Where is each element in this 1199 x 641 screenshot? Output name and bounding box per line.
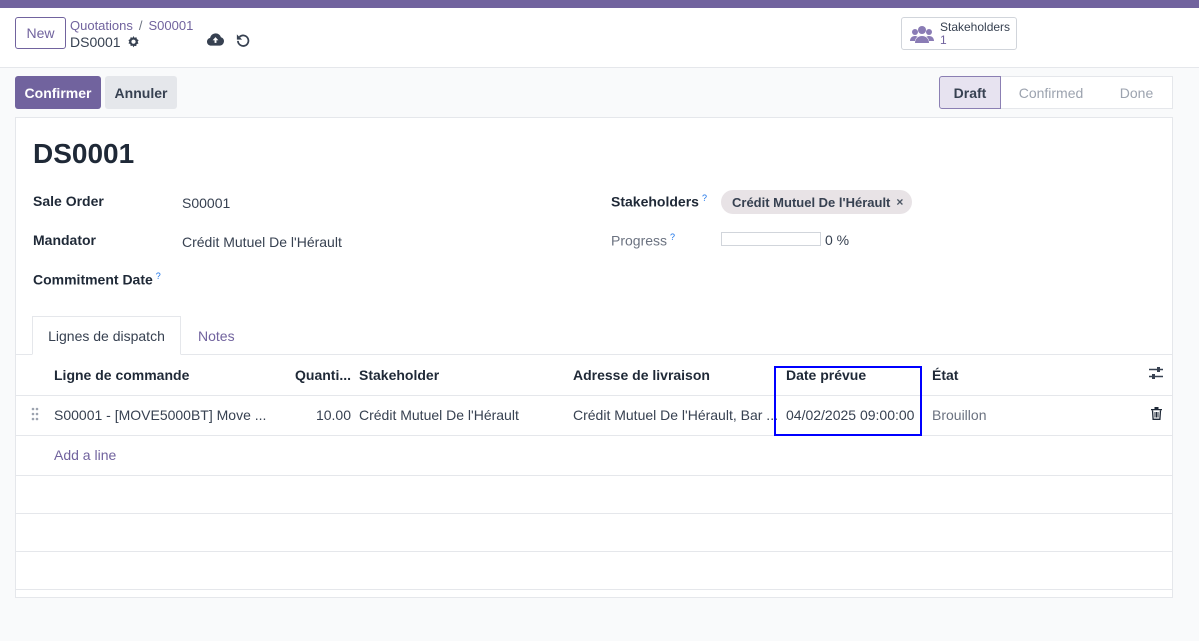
date-prevue-highlight-box xyxy=(774,366,922,436)
trash-icon[interactable] xyxy=(1150,407,1162,420)
tag-remove-icon[interactable]: × xyxy=(896,195,903,209)
smart-button-label: Stakeholders xyxy=(940,19,1011,34)
progress-bar xyxy=(721,232,821,246)
stage-draft[interactable]: Draft xyxy=(939,76,1001,109)
smart-button-count: 1 xyxy=(940,32,947,47)
cancel-button[interactable]: Annuler xyxy=(105,76,177,109)
cloud-upload-icon[interactable] xyxy=(207,33,224,47)
stage-done[interactable]: Done xyxy=(1101,76,1173,109)
record-title: DS0001 xyxy=(33,138,135,169)
dispatch-lines-table: Ligne de commande Quanti... Stakeholder … xyxy=(16,355,1172,590)
breadcrumb: Quotations / S00001 xyxy=(70,18,193,33)
breadcrumb-sale-order[interactable]: S00001 xyxy=(149,18,194,33)
add-line-link[interactable]: Add a line xyxy=(54,447,116,463)
top-navbar xyxy=(0,0,1199,8)
drag-handle-icon[interactable] xyxy=(31,407,39,421)
stakeholders-label-text: Stakeholders xyxy=(611,193,699,210)
row-delete-cell xyxy=(1140,395,1172,436)
empty-row xyxy=(16,513,1172,552)
users-icon xyxy=(910,25,934,43)
control-panel: New Quotations / S00001 DS0001 Stakeholder… xyxy=(0,8,1199,68)
stakeholders-label: Stakeholders? xyxy=(611,193,707,210)
confirm-button[interactable]: Confirmer xyxy=(15,76,101,109)
empty-cell xyxy=(16,551,1172,590)
add-line-cell: Add a line xyxy=(54,435,1172,476)
empty-cell xyxy=(16,435,54,476)
stakeholder-tag[interactable]: Crédit Mutuel De l'Hérault × xyxy=(721,190,913,214)
column-adresse-de-livraison[interactable]: Adresse de livraison xyxy=(573,355,786,396)
breadcrumb-separator: / xyxy=(138,18,143,33)
new-button[interactable]: New xyxy=(15,17,66,49)
breadcrumb-quotations[interactable]: Quotations xyxy=(70,18,133,33)
handle-header xyxy=(16,355,54,396)
cell-stakeholder[interactable]: Crédit Mutuel De l'Hérault xyxy=(359,395,573,436)
progress-label-text: Progress xyxy=(611,232,668,249)
stakeholders-smart-button[interactable]: Stakeholders 1 xyxy=(901,17,1017,50)
empty-row xyxy=(16,551,1172,590)
empty-cell xyxy=(16,513,1172,552)
cell-quantity[interactable]: 10.00 xyxy=(292,395,359,436)
status-bar: Draft Confirmed Done xyxy=(939,76,1173,109)
undo-icon[interactable] xyxy=(236,33,250,47)
stakeholder-tag-label: Crédit Mutuel De l'Hérault xyxy=(732,194,891,210)
column-etat[interactable]: État xyxy=(932,355,1140,396)
sale-order-field[interactable]: S00001 xyxy=(182,195,230,211)
mandator-label: Mandator xyxy=(33,232,96,248)
help-tooltip-icon[interactable]: ? xyxy=(670,232,675,242)
add-line-row: Add a line xyxy=(16,435,1172,476)
stage-confirmed[interactable]: Confirmed xyxy=(1001,76,1101,109)
column-ligne-de-commande[interactable]: Ligne de commande xyxy=(54,355,292,396)
empty-row xyxy=(16,475,1172,514)
gear-icon[interactable] xyxy=(127,35,140,49)
mandator-field[interactable]: Crédit Mutuel De l'Hérault xyxy=(182,234,342,250)
help-tooltip-icon[interactable]: ? xyxy=(702,193,707,203)
cell-ligne-de-commande[interactable]: S00001 - [MOVE5000BT] Move ... xyxy=(54,395,292,436)
tab-lignes-de-dispatch[interactable]: Lignes de dispatch xyxy=(32,316,181,355)
column-settings-icon[interactable] xyxy=(1148,366,1164,380)
row-handle[interactable] xyxy=(16,395,54,436)
cell-etat[interactable]: Brouillon xyxy=(932,395,1140,436)
commitment-date-label-text: Commitment Date xyxy=(33,271,153,288)
table-header-row: Ligne de commande Quanti... Stakeholder … xyxy=(16,355,1172,396)
sale-order-label: Sale Order xyxy=(33,193,104,209)
column-stakeholder[interactable]: Stakeholder xyxy=(359,355,573,396)
form-sheet: DS0001 Sale Order S00001 Mandator Crédit… xyxy=(15,117,1173,598)
record-name: DS0001 xyxy=(70,34,121,50)
empty-cell xyxy=(16,475,1172,514)
progress-value: 0 % xyxy=(825,232,850,248)
column-settings-header xyxy=(1140,355,1172,396)
commitment-date-label: Commitment Date? xyxy=(33,271,161,288)
tab-notes[interactable]: Notes xyxy=(198,316,235,355)
cell-adresse-de-livraison[interactable]: Crédit Mutuel De l'Hérault, Bar ... xyxy=(573,395,786,436)
help-tooltip-icon[interactable]: ? xyxy=(156,271,161,281)
notebook-tabs: Lignes de dispatch Notes xyxy=(16,316,1172,355)
record-reference: DS0001 xyxy=(70,34,140,50)
progress-label: Progress? xyxy=(611,232,675,249)
table-row[interactable]: S00001 - [MOVE5000BT] Move ... 10.00 Cré… xyxy=(16,395,1172,436)
column-quantity[interactable]: Quanti... xyxy=(292,355,359,396)
